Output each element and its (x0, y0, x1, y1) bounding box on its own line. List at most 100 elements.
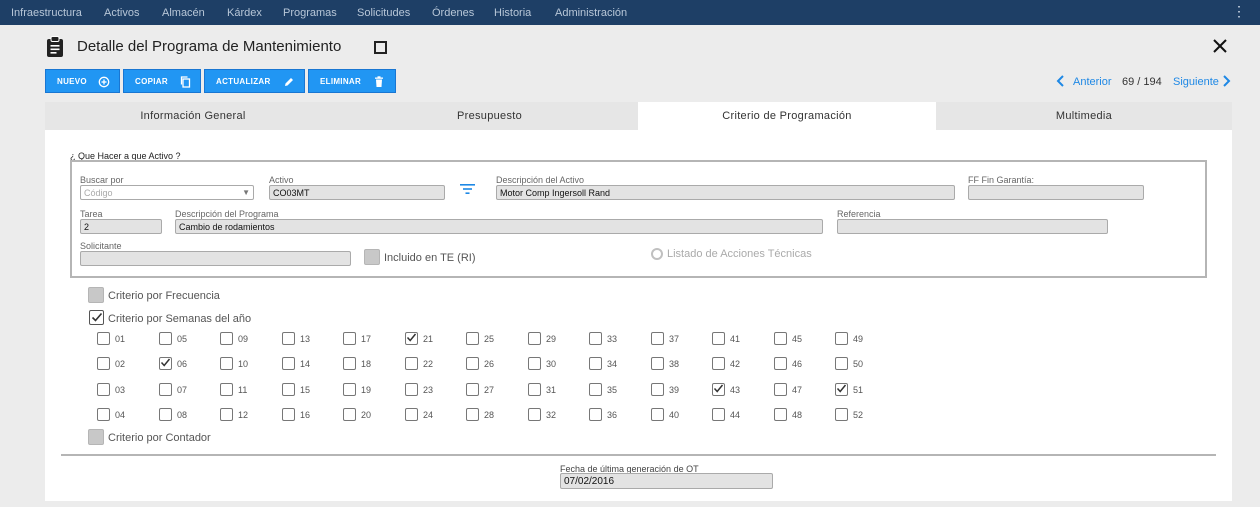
listado-acciones-radio[interactable] (651, 248, 663, 260)
week-number: 15 (300, 385, 311, 395)
week-checkbox-box[interactable] (97, 383, 110, 396)
solicitante-field[interactable] (80, 251, 351, 266)
week-checkbox-box[interactable] (343, 383, 356, 396)
week-checkbox-box[interactable] (774, 332, 787, 345)
criterio-semanas-checkbox[interactable] (89, 310, 104, 325)
week-number: 41 (730, 334, 741, 344)
activo-field[interactable]: CO03MT (269, 185, 445, 200)
week-checkbox-box[interactable] (282, 408, 295, 421)
tarea-field[interactable]: 2 (80, 219, 162, 234)
week-checkbox-box[interactable] (528, 383, 541, 396)
criterio-contador-checkbox[interactable] (88, 429, 104, 445)
more-menu-icon[interactable]: ⋮ (1232, 3, 1246, 19)
tab-presupuesto[interactable]: Presupuesto (341, 102, 638, 130)
week-checkbox-box[interactable] (712, 332, 725, 345)
week-checkbox-box[interactable] (159, 332, 172, 345)
week-checkbox-box[interactable] (282, 332, 295, 345)
close-icon[interactable] (1210, 36, 1230, 56)
chevron-left-icon[interactable] (1055, 74, 1065, 88)
copiar-button[interactable]: COPIAR (123, 69, 201, 93)
week-checkbox-box[interactable] (343, 357, 356, 370)
week-checkbox-box[interactable] (774, 357, 787, 370)
nav-item-almacen[interactable]: Almacén (162, 7, 205, 19)
week-checkbox-box[interactable] (712, 357, 725, 370)
week-checkbox-box[interactable] (651, 408, 664, 421)
nav-item-infraestructura[interactable]: Infraestructura (11, 7, 82, 19)
week-checkbox-box[interactable] (220, 408, 233, 421)
week-checkbox-box[interactable] (220, 332, 233, 345)
week-checkbox-box[interactable] (712, 408, 725, 421)
chevron-right-icon[interactable] (1222, 74, 1232, 88)
week-checkbox-box[interactable] (405, 357, 418, 370)
week-checkbox-box[interactable] (466, 408, 479, 421)
nav-item-activos[interactable]: Activos (104, 7, 139, 19)
descripcion-activo-field[interactable]: Motor Comp Ingersoll Rand (496, 185, 955, 200)
week-checkbox-box[interactable] (835, 408, 848, 421)
nav-item-historia[interactable]: Historia (494, 7, 531, 19)
week-checkbox-box[interactable] (712, 383, 725, 396)
week-checkbox-box[interactable] (466, 383, 479, 396)
week-checkbox-box[interactable] (159, 357, 172, 370)
tab-informacion-general[interactable]: Información General (45, 102, 341, 130)
referencia-field[interactable] (837, 219, 1108, 234)
week-checkbox-box[interactable] (159, 383, 172, 396)
week-checkbox-box[interactable] (528, 332, 541, 345)
week-checkbox-box[interactable] (835, 357, 848, 370)
week-number: 18 (361, 359, 372, 369)
tab-criterio-de-programacion[interactable]: Criterio de Programación (638, 102, 936, 130)
nav-item-kardex[interactable]: Kárdex (227, 7, 262, 19)
nav-item-administracion[interactable]: Administración (555, 7, 627, 19)
week-checkbox-box[interactable] (528, 357, 541, 370)
week-checkbox-box[interactable] (97, 408, 110, 421)
criterio-frecuencia-checkbox[interactable] (88, 287, 104, 303)
checkmark-icon (713, 384, 724, 393)
add-circle-icon (98, 76, 110, 88)
week-checkbox-box[interactable] (835, 383, 848, 396)
week-checkbox-box[interactable] (405, 383, 418, 396)
week-checkbox-box[interactable] (774, 383, 787, 396)
week-checkbox-box[interactable] (528, 408, 541, 421)
nav-item-ordenes[interactable]: Órdenes (432, 7, 474, 19)
fecha-ultima-generacion-field[interactable]: 07/02/2016 (560, 473, 773, 489)
descripcion-programa-field[interactable]: Cambio de rodamientos (175, 219, 823, 234)
week-checkbox-box[interactable] (651, 357, 664, 370)
nav-item-solicitudes[interactable]: Solicitudes (357, 7, 410, 19)
actualizar-button[interactable]: ACTUALIZAR (204, 69, 305, 93)
previous-link[interactable]: Anterior (1073, 76, 1112, 88)
week-checkbox-box[interactable] (466, 332, 479, 345)
week-checkbox-box[interactable] (651, 383, 664, 396)
week-checkbox-box[interactable] (97, 357, 110, 370)
week-checkbox-box[interactable] (159, 408, 172, 421)
week-checkbox-box[interactable] (282, 383, 295, 396)
week-checkbox-box[interactable] (589, 383, 602, 396)
week-checkbox-box[interactable] (343, 332, 356, 345)
ff-fin-garantia-field[interactable] (968, 185, 1144, 200)
nav-item-programas[interactable]: Programas (283, 7, 337, 19)
incluido-en-te-checkbox[interactable] (364, 249, 380, 265)
week-checkbox-box[interactable] (466, 357, 479, 370)
week-checkbox-box[interactable] (405, 408, 418, 421)
week-checkbox-box[interactable] (589, 332, 602, 345)
tab-multimedia[interactable]: Multimedia (936, 102, 1232, 130)
week-number: 32 (546, 410, 557, 420)
week-checkbox-box[interactable] (651, 332, 664, 345)
buscar-por-placeholder: Código (84, 188, 113, 198)
next-link[interactable]: Siguiente (1173, 76, 1219, 88)
week-checkbox-box[interactable] (220, 383, 233, 396)
maximize-icon[interactable] (374, 41, 387, 54)
week-number: 34 (607, 359, 618, 369)
week-checkbox-box[interactable] (405, 332, 418, 345)
week-checkbox-box[interactable] (774, 408, 787, 421)
filter-icon[interactable] (460, 183, 475, 195)
week-checkbox-box[interactable] (282, 357, 295, 370)
week-checkbox-box[interactable] (220, 357, 233, 370)
week-number: 13 (300, 334, 311, 344)
nuevo-button[interactable]: NUEVO (45, 69, 120, 93)
week-checkbox-box[interactable] (589, 408, 602, 421)
week-checkbox-box[interactable] (589, 357, 602, 370)
week-checkbox-box[interactable] (97, 332, 110, 345)
eliminar-button[interactable]: ELIMINAR (308, 69, 396, 93)
week-checkbox-box[interactable] (835, 332, 848, 345)
week-checkbox-box[interactable] (343, 408, 356, 421)
buscar-por-select[interactable]: Código ▼ (80, 185, 254, 200)
